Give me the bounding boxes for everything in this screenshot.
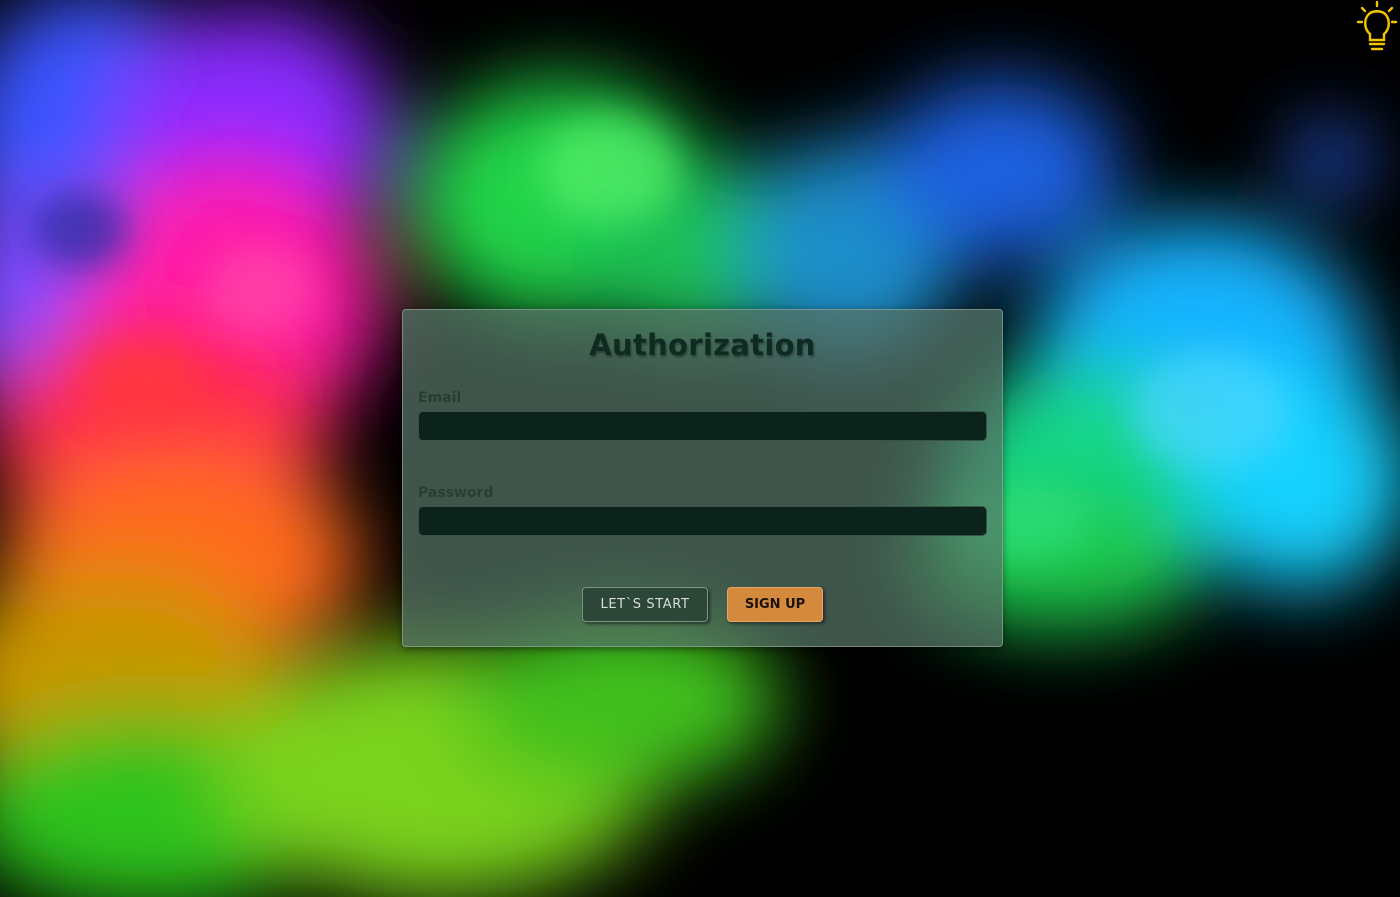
sign-up-button[interactable]: SIGN UP [727,587,823,622]
password-field[interactable] [418,506,987,536]
password-label: Password [418,485,494,501]
authorization-card: Authorization Email Password LET`S START… [402,309,1003,647]
lets-start-button[interactable]: LET`S START [582,587,708,622]
login-screen: Authorization Email Password LET`S START… [0,0,1400,897]
form-title: Authorization [589,328,816,362]
email-label: Email [418,390,462,406]
lightbulb-icon[interactable] [1356,0,1398,54]
email-field[interactable] [418,411,987,441]
